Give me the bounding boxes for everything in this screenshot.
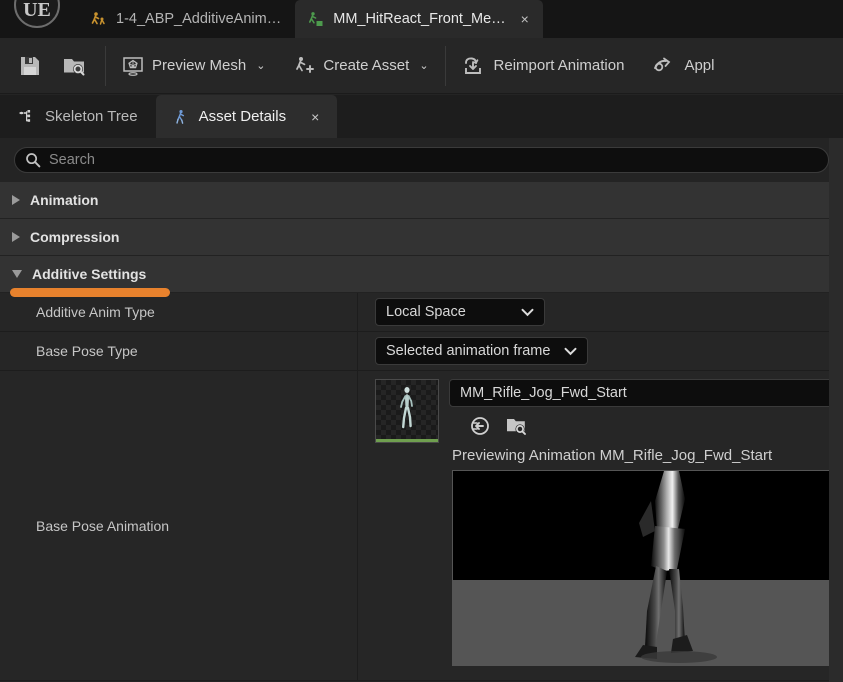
property-label: Base Pose Animation	[0, 371, 358, 680]
preview-mesh-button[interactable]: Preview Mesh ⌄	[108, 38, 279, 94]
window-tab-label: MM_HitReact_Front_Me…	[333, 11, 506, 27]
category-additive-settings-label: Additive Settings	[32, 266, 147, 282]
base-pose-animation-value: MM_Rifle_Jog_Fwd_Start	[460, 385, 627, 401]
base-pose-animation-dropdown[interactable]: MM_Rifle_Jog_Fwd_Start	[449, 379, 843, 407]
tab-skeleton-tree-label: Skeleton Tree	[45, 108, 138, 125]
browse-asset-button[interactable]	[52, 38, 103, 94]
create-asset-button[interactable]: Create Asset ⌄	[279, 38, 442, 94]
asset-details-icon	[174, 109, 190, 125]
window-tab-mm-hitreact-front[interactable]: MM_HitReact_Front_Me… ×	[295, 0, 543, 38]
chevron-down-icon	[564, 347, 577, 356]
unreal-engine-logo-glyph: UE	[23, 0, 51, 21]
viewport-character	[634, 471, 717, 663]
search-row: Search	[0, 138, 843, 182]
asset-thumbnail[interactable]	[375, 379, 439, 443]
property-value-cell: Selected animation frame	[358, 332, 843, 370]
property-label: Base Pose Type	[0, 332, 358, 370]
window-tab-abp-additive-anim[interactable]: 1-4_ABP_AdditiveAnim…	[78, 0, 295, 38]
asset-picker-row: MM_Rifle_Jog_Fwd_Start Previewing Animat…	[375, 379, 843, 666]
category-compression-label: Compression	[30, 229, 120, 245]
toolbar-divider	[444, 45, 446, 86]
base-pose-type-value: Selected animation frame	[386, 343, 551, 359]
additive-anim-type-dropdown[interactable]: Local Space	[375, 298, 545, 326]
unreal-animation-editor: UE 1-4_ABP_AdditiveAnim… MM_HitReact_Fro…	[0, 0, 843, 682]
category-animation-label: Animation	[30, 192, 99, 208]
browse-to-asset-icon[interactable]	[505, 415, 528, 437]
unreal-engine-logo[interactable]: UE	[14, 0, 60, 28]
tab-asset-details-label: Asset Details	[198, 108, 287, 125]
save-icon	[18, 54, 42, 78]
anim-sequence-icon	[307, 11, 324, 28]
highlight-annotation	[10, 288, 170, 297]
property-row-base-pose-type: Base Pose Type Selected animation frame	[0, 332, 843, 371]
category-compression[interactable]: Compression	[0, 219, 843, 256]
folder-search-icon	[62, 54, 87, 78]
close-icon[interactable]: ×	[521, 11, 529, 27]
close-icon[interactable]: ×	[311, 109, 319, 125]
main-toolbar: Preview Mesh ⌄ Create Asset ⌄ Reimport A…	[0, 38, 843, 94]
apply-compression-button[interactable]: Appl	[638, 38, 714, 94]
panel-tab-bar: Skeleton Tree Asset Details ×	[0, 95, 843, 138]
chevron-down-icon[interactable]	[12, 270, 22, 278]
chevron-down-icon[interactable]: ⌄	[419, 59, 428, 72]
preview-mesh-icon	[122, 55, 144, 77]
chevron-down-icon[interactable]: ⌄	[256, 59, 265, 72]
asset-fields: MM_Rifle_Jog_Fwd_Start Previewing Animat…	[449, 379, 843, 666]
base-pose-animation-editor: MM_Rifle_Jog_Fwd_Start Previewing Animat…	[358, 371, 843, 680]
tab-asset-details[interactable]: Asset Details ×	[155, 95, 338, 138]
reimport-animation-label: Reimport Animation	[493, 57, 625, 74]
create-asset-label: Create Asset	[323, 57, 410, 74]
chevron-down-icon	[521, 308, 534, 317]
asset-action-icons	[449, 415, 843, 437]
category-animation[interactable]: Animation	[0, 182, 843, 219]
property-value-cell: Local Space	[358, 293, 843, 331]
asset-details-panel: Search Animation Compression Additive Se…	[0, 138, 843, 682]
save-button[interactable]	[0, 38, 52, 94]
property-row-base-pose-animation: Base Pose Animation MM_Rifle_Jog_Fwd_Sta…	[0, 371, 843, 681]
preview-status-text: Previewing Animation MM_Rifle_Jog_Fwd_St…	[452, 447, 773, 464]
anim-blueprint-icon	[90, 11, 107, 28]
window-tab-label: 1-4_ABP_AdditiveAnim…	[116, 11, 282, 27]
search-placeholder: Search	[49, 152, 95, 168]
search-input[interactable]: Search	[14, 147, 829, 173]
preview-mesh-label: Preview Mesh	[152, 57, 247, 74]
base-pose-type-dropdown[interactable]: Selected animation frame	[375, 337, 588, 365]
chevron-right-icon[interactable]	[12, 195, 20, 205]
skeleton-tree-icon	[18, 108, 36, 126]
apply-compression-icon	[652, 55, 676, 77]
toolbar-divider	[105, 45, 106, 86]
tab-skeleton-tree[interactable]: Skeleton Tree	[0, 95, 156, 138]
search-icon	[25, 152, 41, 168]
animation-preview-viewport[interactable]	[452, 470, 843, 666]
use-selected-asset-icon[interactable]	[469, 415, 491, 437]
reimport-icon	[462, 55, 486, 77]
window-tab-strip: UE 1-4_ABP_AdditiveAnim… MM_HitReact_Fro…	[0, 0, 843, 38]
panel-right-gutter	[829, 138, 843, 682]
thumbnail-type-bar	[376, 439, 438, 442]
property-row-additive-anim-type: Additive Anim Type Local Space	[0, 293, 843, 332]
property-label: Additive Anim Type	[0, 293, 358, 331]
create-asset-icon	[293, 55, 315, 77]
reimport-animation-button[interactable]: Reimport Animation	[448, 38, 639, 94]
additive-anim-type-value: Local Space	[386, 304, 466, 320]
apply-compression-label: Appl	[684, 57, 715, 74]
category-additive-settings[interactable]: Additive Settings	[0, 256, 843, 297]
chevron-right-icon[interactable]	[12, 232, 20, 242]
thumbnail-character	[400, 387, 413, 429]
